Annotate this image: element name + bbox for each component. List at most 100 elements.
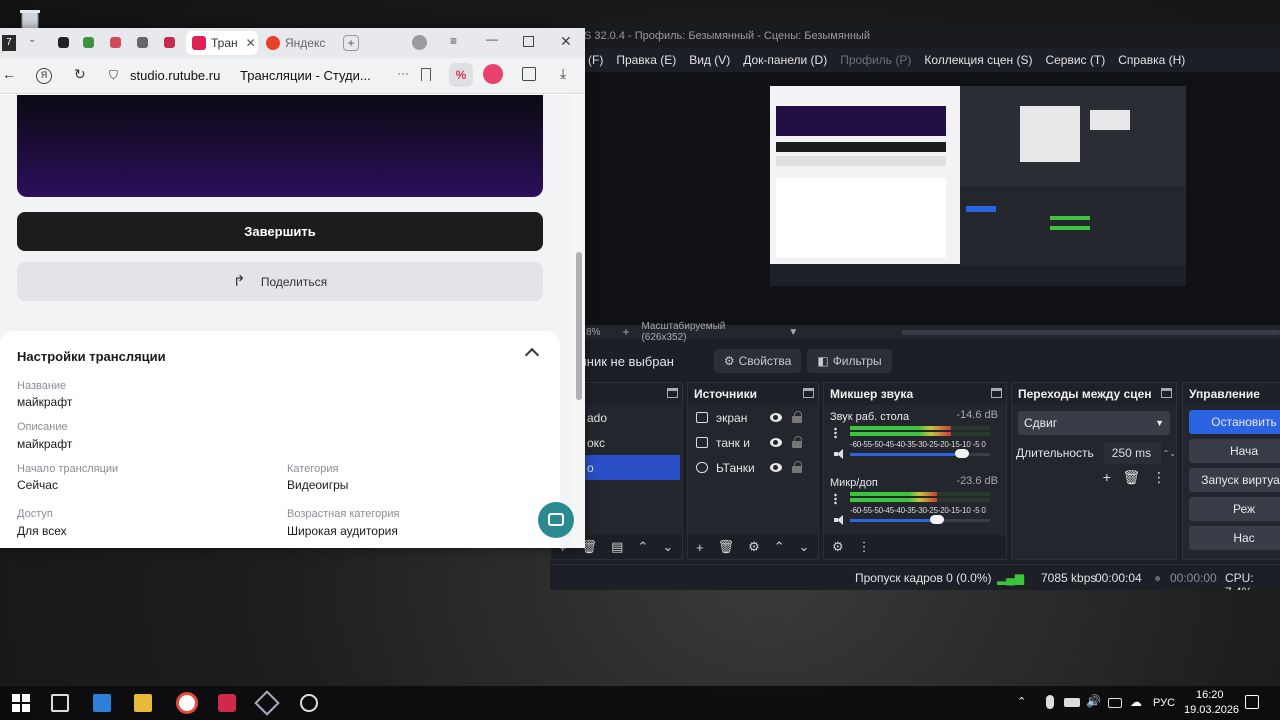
speaker-icon[interactable] — [834, 515, 844, 525]
source-item[interactable]: ЬТанки — [688, 455, 818, 480]
mixer-menu-icon[interactable]: ⋮ — [858, 539, 871, 555]
add-source-icon[interactable]: + — [696, 540, 704, 555]
eye-icon[interactable] — [770, 438, 782, 447]
cloud-icon[interactable]: ☁ — [1130, 695, 1142, 709]
kebab-menu-icon[interactable] — [834, 427, 837, 439]
obs-icon[interactable] — [300, 694, 318, 712]
source-item[interactable]: экран — [688, 405, 818, 430]
undock-icon[interactable] — [991, 388, 1002, 398]
shield-icon[interactable]: ⛉ — [109, 68, 118, 83]
chevron-up-icon[interactable] — [524, 347, 540, 363]
zoom-plus-icon[interactable]: + — [622, 325, 629, 339]
extensions-icon[interactable] — [522, 67, 536, 81]
support-chat-button[interactable] — [538, 502, 574, 538]
clock-time[interactable]: 16:20 — [1196, 689, 1224, 701]
menu-icon[interactable]: ≡ — [450, 34, 457, 48]
volume-knob[interactable] — [955, 449, 969, 458]
undock-icon[interactable] — [803, 388, 814, 398]
close-icon[interactable]: ✕ — [246, 36, 256, 50]
alice-icon[interactable] — [483, 64, 503, 84]
obs-preview[interactable] — [550, 72, 1280, 325]
scrollbar-thumb[interactable] — [576, 252, 582, 400]
volume-slider[interactable] — [850, 449, 990, 458]
menu-profile[interactable]: Профиль (P) — [840, 53, 911, 67]
undock-icon[interactable] — [667, 388, 678, 398]
url-text[interactable]: studio.rutube.ru — [130, 68, 220, 83]
remove-transition-icon[interactable]: 🗑 — [1123, 469, 1141, 485]
more-icon[interactable]: ··· — [397, 66, 409, 80]
menu-tools[interactable]: Сервис (T) — [1045, 53, 1105, 67]
yandex-home-icon[interactable]: Я — [36, 68, 52, 84]
volume-knob[interactable] — [929, 515, 944, 524]
add-transition-icon[interactable]: + — [1103, 469, 1111, 485]
zoom-mode[interactable]: Масштабируемый (626x352) — [641, 321, 772, 343]
stop-stream-button[interactable]: Остановить — [1189, 410, 1280, 434]
network-icon[interactable] — [1108, 698, 1122, 708]
remove-source-icon[interactable]: 🗑 — [718, 539, 735, 555]
preview-hscroll[interactable] — [902, 329, 1280, 335]
menu-docks[interactable]: Док-панели (D) — [743, 53, 827, 67]
source-properties-icon[interactable]: ⚙ — [748, 539, 760, 555]
maximize-icon[interactable] — [523, 36, 534, 47]
undock-icon[interactable] — [1161, 388, 1172, 398]
reload-icon[interactable]: ↻ — [74, 66, 86, 83]
eye-icon[interactable] — [770, 413, 782, 422]
app-icon[interactable] — [254, 690, 280, 716]
show-hidden-icons[interactable]: ⌃ — [1017, 695, 1026, 708]
menu-view[interactable]: Вид (V) — [689, 53, 730, 67]
scene-filter-icon[interactable]: ▤ — [611, 539, 623, 555]
language-indicator[interactable]: РУС — [1153, 697, 1175, 709]
volume-icon[interactable]: 🔊 — [1086, 694, 1101, 708]
menu-edit[interactable]: Правка (E) — [616, 53, 676, 67]
tab-favicon-2[interactable] — [83, 37, 94, 48]
kebab-menu-icon[interactable] — [834, 493, 837, 505]
lock-icon[interactable] — [792, 411, 802, 423]
tab-count[interactable]: 7 — [2, 35, 16, 51]
new-tab-button[interactable]: + — [343, 35, 359, 51]
menu-scene-collection[interactable]: Коллекция сцен (S) — [924, 53, 1032, 67]
move-up-icon[interactable]: ⌃ — [637, 539, 648, 555]
microphone-icon[interactable] — [1046, 695, 1054, 709]
properties-button[interactable]: ⚙ Свойства — [713, 349, 802, 373]
clock-date[interactable]: 19.03.2026 — [1184, 704, 1239, 716]
file-explorer-icon[interactable] — [134, 694, 152, 712]
rutube-app-icon[interactable] — [218, 694, 236, 712]
tab-favicon-3[interactable] — [110, 37, 121, 48]
move-down-icon[interactable]: ⌄ — [799, 539, 810, 555]
bookmark-icon[interactable] — [421, 68, 431, 81]
finish-stream-button[interactable]: Завершить — [17, 212, 543, 251]
source-item[interactable]: танк и — [688, 430, 818, 455]
start-virtualcam-button[interactable]: Запуск виртуал — [1189, 468, 1280, 492]
move-up-icon[interactable]: ⌃ — [774, 539, 785, 555]
notifications-icon[interactable] — [1245, 695, 1259, 709]
yandex-browser-icon[interactable] — [176, 692, 198, 714]
task-view-icon[interactable] — [51, 694, 69, 712]
start-record-button[interactable]: Нача — [1189, 439, 1280, 463]
windows-start-icon[interactable] — [12, 694, 30, 712]
download-icon[interactable]: ⤓ — [560, 65, 566, 82]
speaker-icon[interactable] — [834, 449, 844, 459]
zoom-dropdown-icon[interactable]: ▼ — [788, 327, 798, 338]
back-icon[interactable]: ← — [2, 66, 16, 82]
store-icon[interactable] — [93, 694, 111, 712]
volume-slider[interactable] — [850, 515, 990, 524]
tab-rutube-active[interactable]: Тран ✕ — [186, 31, 258, 55]
close-window-icon[interactable]: ✕ — [560, 33, 572, 50]
tab-favicon-1[interactable] — [58, 37, 69, 48]
mixer-settings-icon[interactable]: ⚙ — [832, 539, 844, 555]
spin-arrows-icon[interactable]: ⌃⌄ — [1163, 449, 1176, 458]
duration-spinbox[interactable]: 250 ms — [1103, 442, 1161, 464]
tab-favicon-5[interactable] — [164, 37, 175, 48]
battery-icon[interactable] — [1064, 698, 1080, 707]
menu-file[interactable]: (F) — [588, 53, 603, 67]
eye-icon[interactable] — [770, 463, 782, 472]
lock-icon[interactable] — [792, 461, 802, 473]
studio-mode-button[interactable]: Реж — [1189, 497, 1280, 521]
move-down-icon[interactable]: ⌄ — [662, 539, 673, 555]
tabs-menu-chevron-icon[interactable]: ⌄ — [28, 34, 36, 45]
minimize-icon[interactable]: — — [486, 32, 498, 46]
profile-avatar[interactable] — [412, 35, 427, 50]
transition-menu-icon[interactable]: ⋮ — [1152, 469, 1166, 485]
tab-favicon-4[interactable] — [137, 37, 148, 48]
menu-help[interactable]: Справка (H) — [1118, 53, 1185, 67]
